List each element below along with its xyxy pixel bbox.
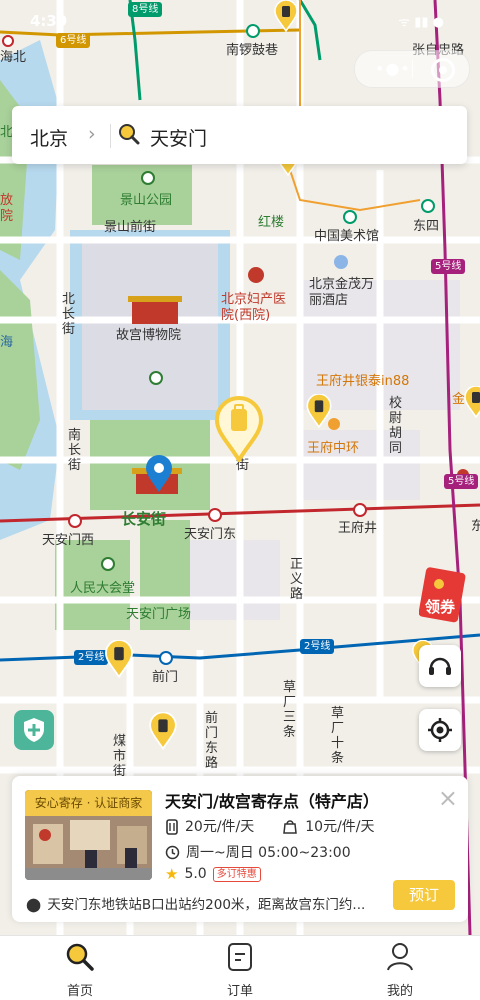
chevron-right-icon[interactable]: › xyxy=(88,123,96,145)
map-label-qianmendongjie: 前门东路 xyxy=(205,711,219,771)
coupon-label: 领券 xyxy=(425,598,456,616)
map-label-xiaowei: 校尉胡同 xyxy=(389,396,403,456)
map-label-honglou: 红楼 xyxy=(258,215,285,230)
tab-orders-label: 订单 xyxy=(226,984,253,999)
map-label-fuchan: 北京妇产医院(西院) xyxy=(221,292,287,323)
more-icon[interactable]: •●• xyxy=(375,59,411,78)
map-label-tiananmendong: 天安门东 xyxy=(184,527,237,542)
selected-storage-pin-icon[interactable] xyxy=(214,396,264,462)
hours-row: 周一~周日 05:00~23:00 xyxy=(165,842,351,862)
store-title: 天安门/故宫寄存点（特产店） xyxy=(165,792,379,811)
metro-line-2-tag-2: 2号线 xyxy=(300,639,335,654)
locate-icon xyxy=(428,718,452,742)
order-icon xyxy=(228,943,252,971)
map-label-tiananmenxi: 天安门西 xyxy=(42,533,95,548)
headset-icon xyxy=(429,657,451,675)
profile-icon xyxy=(387,943,413,971)
storage-pin-icon[interactable] xyxy=(104,640,134,678)
search-input[interactable]: 天安门 xyxy=(150,124,207,151)
map-label-meishuguan: 中国美术馆 xyxy=(314,229,380,244)
map-label-renmin: 人民大会堂 xyxy=(70,581,136,596)
map-label-yuan: 院 xyxy=(0,209,14,224)
city-selector[interactable]: 北京 xyxy=(30,124,68,151)
address-text: 天安门东地铁站B口出站约200米，距离故宫东门约... xyxy=(47,897,366,913)
map-label-qianmen: 前门 xyxy=(152,670,179,685)
rating-row: ★ 5.0 多订特惠 xyxy=(165,865,261,883)
status-bar: 4:39 ᯤ ▮▮ ● xyxy=(0,0,480,40)
map-label-wangfujing-yintai: 王府井银泰in88 xyxy=(316,374,410,389)
tab-bar: 首页 订单 我的 xyxy=(0,935,480,1000)
tab-home-label: 首页 xyxy=(66,984,93,999)
map-label-changanjie: 长安街 xyxy=(121,510,167,528)
map-label-dongsi: 东四 xyxy=(413,219,440,234)
map-label-wangfujing: 王府井 xyxy=(338,521,378,536)
tab-orders[interactable]: 订单 xyxy=(200,942,280,999)
luggage-icon xyxy=(166,819,178,835)
mini-program-capsule[interactable]: •●• xyxy=(354,50,470,88)
map-label-jingshanqianjie: 景山前街 xyxy=(104,220,157,235)
tab-profile[interactable]: 我的 xyxy=(360,942,440,999)
store-card[interactable]: 安心寄存 · 认证商家 天安门/故宫寄存点（特产店） × 20元/件/天 10元… xyxy=(12,776,468,922)
map-label-haibei: 海北 xyxy=(0,50,27,65)
price-large: 20元/件/天 xyxy=(185,819,255,835)
search-bar[interactable]: 北京 › 天安门 xyxy=(12,106,467,164)
clock-icon xyxy=(165,845,180,859)
search-icon xyxy=(66,943,94,971)
capsule-divider xyxy=(412,60,413,78)
coupon-button[interactable]: 领券 xyxy=(418,566,467,624)
map-pin-icon: ⬤ xyxy=(26,897,42,913)
store-address: ⬤ 天安门东地铁站B口出站约200米，距离故宫东门约... xyxy=(26,893,386,913)
close-icon[interactable]: × xyxy=(438,784,458,812)
promo-tag: 多订特惠 xyxy=(212,866,261,882)
map-label-gugong: 故宫博物院 xyxy=(116,328,182,343)
storage-pin-icon[interactable] xyxy=(306,394,332,428)
rating-value: 5.0 xyxy=(184,866,207,882)
business-hours: 周一~周日 05:00~23:00 xyxy=(186,845,351,861)
customer-service-button[interactable] xyxy=(419,645,461,687)
insurance-button[interactable] xyxy=(14,710,54,750)
storage-pin-icon[interactable] xyxy=(149,712,177,750)
search-divider xyxy=(110,124,111,148)
map-label-jingshan: 景山公园 xyxy=(120,193,173,208)
tab-profile-label: 我的 xyxy=(386,984,413,999)
map-label-wangfu-zhonghuan: 王府中环 xyxy=(307,441,360,456)
map-label-nanluoguxiang: 南锣鼓巷 xyxy=(226,43,279,58)
price-row: 20元/件/天 10元/件/天 xyxy=(165,816,375,836)
storage-pin-icon[interactable] xyxy=(464,386,480,418)
status-icons: ᯤ ▮▮ ● xyxy=(398,15,444,30)
search-icon xyxy=(119,124,140,145)
tab-home[interactable]: 首页 xyxy=(40,942,120,999)
bag-icon xyxy=(283,820,298,834)
certified-badge: 安心寄存 · 认证商家 xyxy=(25,790,152,816)
map-label-caochangsantiao: 草厂三条 xyxy=(283,680,297,740)
map-label-dong: 东 xyxy=(471,519,480,534)
map-label-zhengyi: 正义路 xyxy=(290,557,304,602)
locate-button[interactable] xyxy=(419,709,461,751)
book-button[interactable]: 预订 xyxy=(393,880,455,910)
map-label-jinmao: 北京金茂万丽酒店 xyxy=(309,277,375,308)
status-time: 4:39 xyxy=(30,12,68,30)
map-label-nanchangjie: 南长街 xyxy=(68,428,82,473)
price-small: 10元/件/天 xyxy=(305,819,375,835)
map-label-beichangjie: 北长街 xyxy=(62,292,76,337)
map-label-hai: 海 xyxy=(0,335,14,350)
metro-line-5-tag: 5号线 xyxy=(431,259,466,274)
map-label-fang: 放 xyxy=(0,193,14,208)
map-label-guangchang: 天安门广场 xyxy=(126,607,192,622)
metro-line-5-tag-2: 5号线 xyxy=(444,474,479,489)
map-label-meishijie: 煤市街 xyxy=(113,734,127,779)
star-icon: ★ xyxy=(165,865,179,883)
close-target-icon[interactable] xyxy=(431,58,455,82)
location-pin-icon xyxy=(146,455,172,492)
shield-plus-icon xyxy=(24,718,44,742)
map-label-caochangshitiao: 草厂十条 xyxy=(331,706,345,766)
